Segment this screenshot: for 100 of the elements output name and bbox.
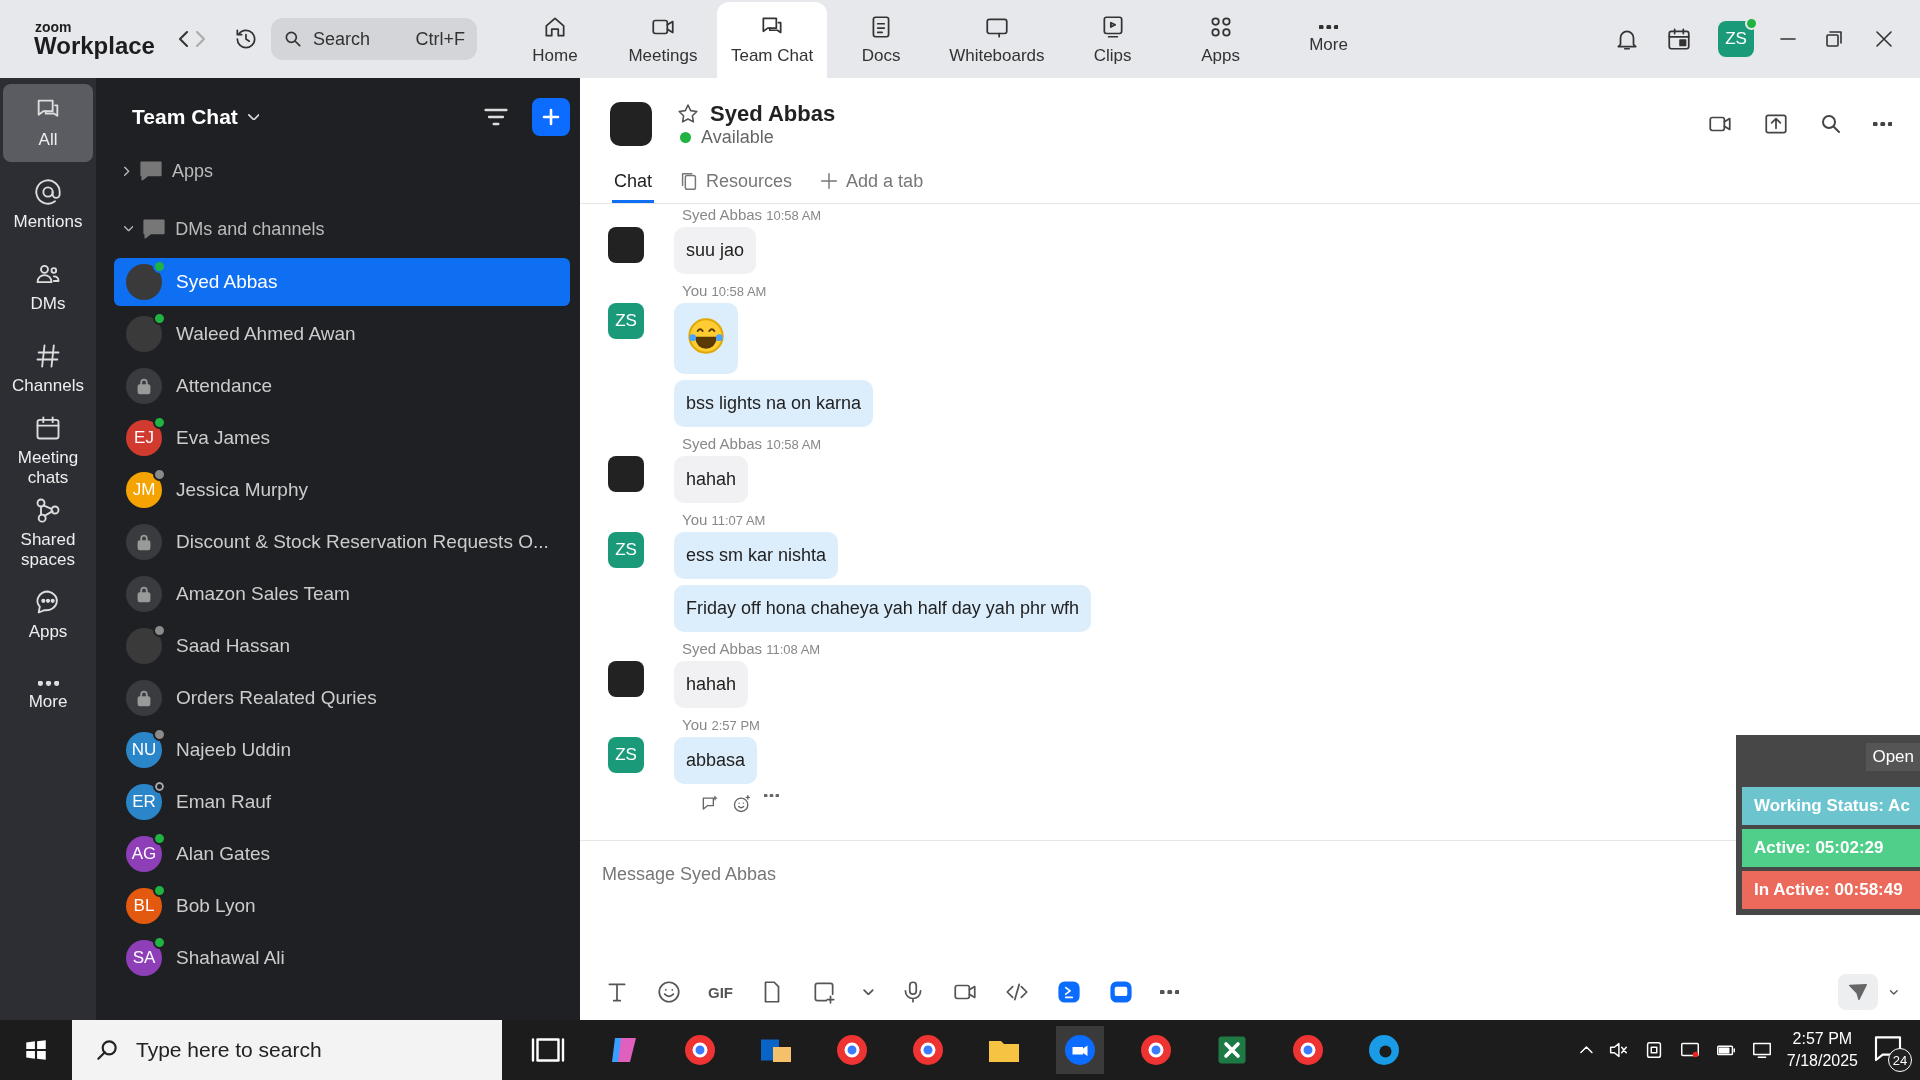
user-avatar[interactable]: ZS [1718,21,1754,57]
message-time: 11:08 AM [766,642,821,657]
search-placeholder: Search [312,28,370,50]
chat-app-button[interactable] [1107,979,1134,1005]
chevron-right-icon [195,31,205,47]
nav-tab[interactable]: Clips [1058,2,1167,78]
message-time: 10:58 AM [711,284,767,299]
rail-item[interactable]: Channels [3,330,93,408]
minimize-icon [1780,38,1796,40]
message-bubble: ess sm kar nishta [674,532,839,579]
sender-name: You [682,716,708,733]
chevron-up-icon [1580,1046,1593,1054]
conversation-item[interactable]: JM Jessica Murphy [114,466,570,514]
sender-name: Syed Abbas [682,206,763,223]
status-row: In Active: 00:58:49 [1742,871,1920,909]
conversation-item[interactable]: Amazon Sales Team [114,570,570,618]
chevron-down-icon [124,226,134,232]
app-icon [1055,979,1082,1005]
panel-title: Team Chat [132,105,238,129]
conversation-item[interactable]: EJ Eva James [114,414,570,462]
nav-tab[interactable]: Docs [827,2,936,78]
conversation-item[interactable]: ER Eman Rauf [114,778,570,826]
chat-tab[interactable]: Resources [676,162,795,203]
message-time: 10:58 AM [766,208,822,223]
section-header[interactable]: DMs and channels [114,200,570,258]
presence-dot [1745,17,1758,30]
message-bubble: abbasa [674,737,758,784]
add-reaction-icon [732,794,752,814]
contact-status: Available [701,126,774,148]
avatar-placeholder [610,102,652,146]
conversation-item[interactable]: Syed Abbas [114,258,570,306]
conversation-item[interactable]: Waleed Ahmed Awan [114,310,570,358]
avatar-initials: ZS [608,737,644,773]
rail-item[interactable]: More [3,658,93,736]
rail-item[interactable]: All [3,84,93,162]
rail-item[interactable]: Mentions [3,166,93,244]
laughing-emoji-icon [686,316,726,356]
send-options-button[interactable] [1888,988,1900,996]
chevron-down-icon [1888,988,1900,996]
send-button[interactable] [1838,974,1879,1010]
screenshot-button[interactable] [811,979,837,1005]
avatar-initials: AG [126,836,162,872]
app-button[interactable] [1055,979,1082,1005]
conversation-item[interactable]: Discount & Stock Reservation Requests O... [114,518,570,566]
rail-item[interactable]: Shared spaces [3,494,93,572]
chevron-down-icon [247,113,260,121]
chat-tab[interactable]: Chat [612,162,655,203]
conversation-item[interactable]: NU Najeeb Uddin [114,726,570,774]
star-icon [676,101,700,126]
avatar-initials: ER [126,784,162,820]
brand-logo-text: zoom [34,20,73,34]
windows-logo-icon [23,1037,49,1063]
conversation-item[interactable]: SA Shahawal Ali [114,934,570,982]
sender-name: You [682,282,708,299]
search-field[interactable]: Search Ctrl+F [270,18,477,60]
clock-date: 7/18/2025 [1786,1052,1858,1070]
nav-tab[interactable]: Team Chat [716,2,828,78]
dropdown-button[interactable] [863,988,874,996]
taskbar-search-field[interactable]: Type here to search [72,1020,502,1080]
rail-item[interactable]: Apps [3,576,93,654]
status-row: Active: 05:02:29 [1742,829,1920,867]
conversation-item[interactable]: Attendance [114,362,570,410]
chat-tab[interactable]: Add a tab [816,162,926,203]
shortcut-hint: Ctrl+F [415,28,465,50]
avatar-initials: ZS [608,303,644,339]
nav-tab[interactable]: More [1274,2,1383,78]
message-bubble: hahah [674,661,749,708]
nav-tab[interactable]: Whiteboards [935,2,1059,78]
chat-bubble-icon [138,158,164,184]
rail-item[interactable]: DMs [3,248,93,326]
search-placeholder: Type here to search [136,1038,322,1062]
chrome-icon [1290,1032,1326,1068]
more-icon [1872,121,1892,127]
gif-button[interactable]: GIF [708,983,733,1001]
conversation-item[interactable]: BL Bob Lyon [114,882,570,930]
section-header[interactable]: Apps [114,142,570,200]
more-icon [1318,24,1339,30]
chrome-icon [682,1032,718,1068]
rail-item[interactable]: Meeting chats [3,412,93,490]
open-button[interactable]: Open [1866,743,1920,771]
new-chat-button[interactable] [532,98,570,136]
conversation-item[interactable]: AG Alan Gates [114,830,570,878]
nav-tab[interactable]: Home [500,2,609,78]
message-bubble: suu jao [674,227,757,274]
more-button[interactable] [1159,989,1180,995]
message-bubble: hahah [674,456,749,503]
nav-tab[interactable]: Meetings [608,2,717,78]
emoji-button[interactable] [656,979,682,1005]
more-icon [764,794,779,798]
conversation-item[interactable]: Saad Hassan [114,622,570,670]
message-time: 10:58 AM [766,437,822,452]
status-row: Working Status: Ac [1742,787,1920,825]
message-bubble: Friday off hona chaheya yah half day yah phr wfh [674,585,1091,632]
nav-tab[interactable]: Apps [1166,2,1275,78]
sender-name: Syed Abbas [682,640,763,657]
brand-name: Workplace [34,34,155,58]
conversation-item[interactable]: Orders Realated Quries [114,674,570,722]
chrome-icon [1138,1032,1174,1068]
taskbar-app[interactable] [1056,1026,1104,1074]
search-icon [94,1037,120,1063]
